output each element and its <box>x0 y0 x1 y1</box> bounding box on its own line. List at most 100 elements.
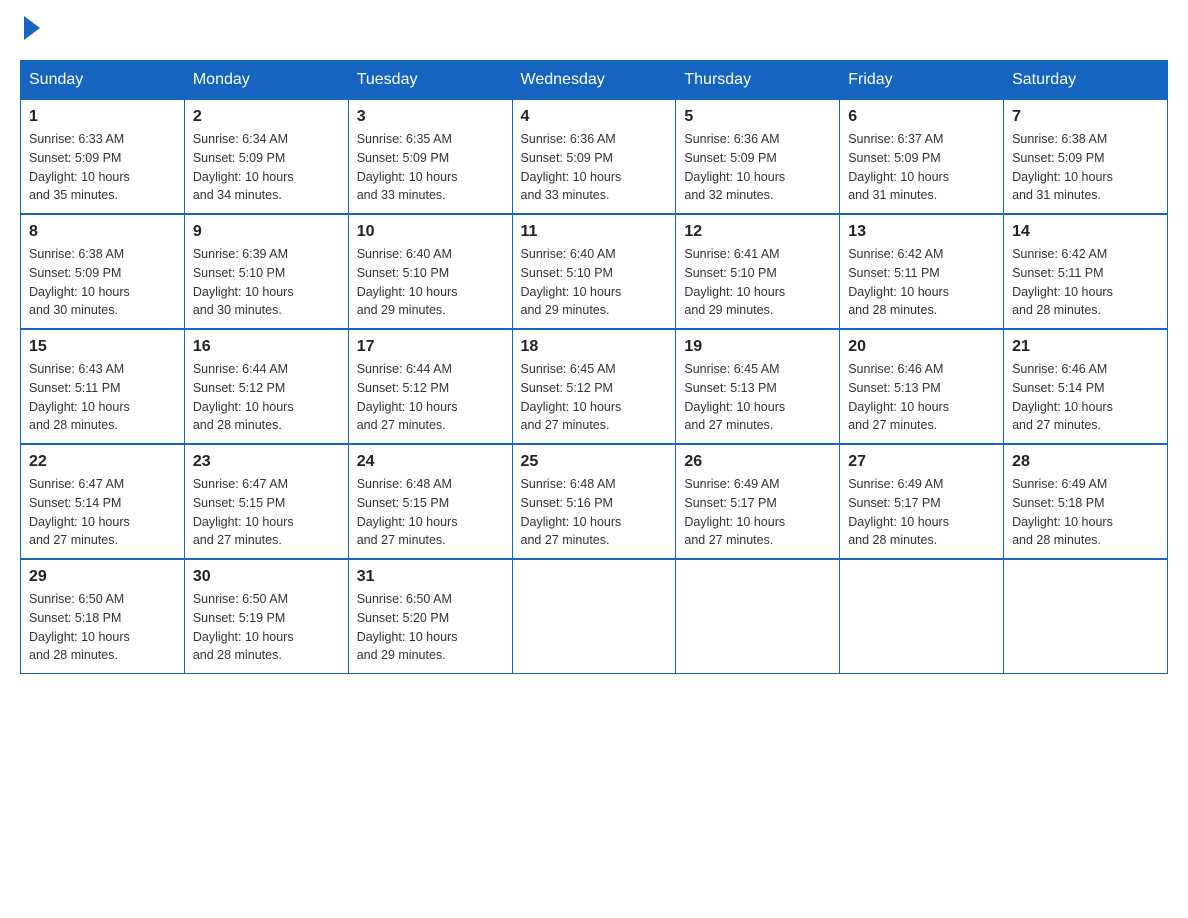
logo <box>20 20 40 40</box>
weekday-header-friday: Friday <box>840 61 1004 100</box>
calendar-week-row: 8 Sunrise: 6:38 AM Sunset: 5:09 PM Dayli… <box>21 214 1168 329</box>
day-info: Sunrise: 6:40 AM Sunset: 5:10 PM Dayligh… <box>521 245 668 320</box>
day-number: 13 <box>848 223 995 241</box>
day-number: 3 <box>357 108 504 126</box>
day-info: Sunrise: 6:46 AM Sunset: 5:14 PM Dayligh… <box>1012 360 1159 435</box>
day-number: 1 <box>29 108 176 126</box>
day-number: 8 <box>29 223 176 241</box>
day-info: Sunrise: 6:50 AM Sunset: 5:20 PM Dayligh… <box>357 590 504 665</box>
day-number: 24 <box>357 453 504 471</box>
day-number: 21 <box>1012 338 1159 356</box>
calendar-day-cell: 31 Sunrise: 6:50 AM Sunset: 5:20 PM Dayl… <box>348 559 512 674</box>
day-number: 6 <box>848 108 995 126</box>
calendar-day-cell: 26 Sunrise: 6:49 AM Sunset: 5:17 PM Dayl… <box>676 444 840 559</box>
day-number: 27 <box>848 453 995 471</box>
day-info: Sunrise: 6:50 AM Sunset: 5:19 PM Dayligh… <box>193 590 340 665</box>
day-info: Sunrise: 6:50 AM Sunset: 5:18 PM Dayligh… <box>29 590 176 665</box>
calendar-day-cell: 12 Sunrise: 6:41 AM Sunset: 5:10 PM Dayl… <box>676 214 840 329</box>
day-info: Sunrise: 6:34 AM Sunset: 5:09 PM Dayligh… <box>193 130 340 205</box>
calendar-day-cell: 13 Sunrise: 6:42 AM Sunset: 5:11 PM Dayl… <box>840 214 1004 329</box>
calendar-day-cell: 29 Sunrise: 6:50 AM Sunset: 5:18 PM Dayl… <box>21 559 185 674</box>
calendar-day-cell: 3 Sunrise: 6:35 AM Sunset: 5:09 PM Dayli… <box>348 100 512 215</box>
day-info: Sunrise: 6:48 AM Sunset: 5:15 PM Dayligh… <box>357 475 504 550</box>
calendar-day-cell: 24 Sunrise: 6:48 AM Sunset: 5:15 PM Dayl… <box>348 444 512 559</box>
calendar-week-row: 1 Sunrise: 6:33 AM Sunset: 5:09 PM Dayli… <box>21 100 1168 215</box>
day-number: 10 <box>357 223 504 241</box>
calendar-day-cell: 10 Sunrise: 6:40 AM Sunset: 5:10 PM Dayl… <box>348 214 512 329</box>
calendar-day-cell: 21 Sunrise: 6:46 AM Sunset: 5:14 PM Dayl… <box>1004 329 1168 444</box>
day-info: Sunrise: 6:37 AM Sunset: 5:09 PM Dayligh… <box>848 130 995 205</box>
calendar-day-cell: 9 Sunrise: 6:39 AM Sunset: 5:10 PM Dayli… <box>184 214 348 329</box>
calendar-day-cell: 11 Sunrise: 6:40 AM Sunset: 5:10 PM Dayl… <box>512 214 676 329</box>
day-number: 5 <box>684 108 831 126</box>
calendar-day-cell <box>1004 559 1168 674</box>
day-info: Sunrise: 6:44 AM Sunset: 5:12 PM Dayligh… <box>193 360 340 435</box>
day-number: 28 <box>1012 453 1159 471</box>
calendar-day-cell <box>840 559 1004 674</box>
day-info: Sunrise: 6:38 AM Sunset: 5:09 PM Dayligh… <box>29 245 176 320</box>
day-info: Sunrise: 6:44 AM Sunset: 5:12 PM Dayligh… <box>357 360 504 435</box>
calendar-day-cell: 5 Sunrise: 6:36 AM Sunset: 5:09 PM Dayli… <box>676 100 840 215</box>
calendar-day-cell: 19 Sunrise: 6:45 AM Sunset: 5:13 PM Dayl… <box>676 329 840 444</box>
page-header <box>20 20 1168 40</box>
calendar-day-cell: 1 Sunrise: 6:33 AM Sunset: 5:09 PM Dayli… <box>21 100 185 215</box>
day-number: 17 <box>357 338 504 356</box>
day-info: Sunrise: 6:46 AM Sunset: 5:13 PM Dayligh… <box>848 360 995 435</box>
day-number: 23 <box>193 453 340 471</box>
calendar-day-cell: 27 Sunrise: 6:49 AM Sunset: 5:17 PM Dayl… <box>840 444 1004 559</box>
day-info: Sunrise: 6:42 AM Sunset: 5:11 PM Dayligh… <box>848 245 995 320</box>
day-info: Sunrise: 6:35 AM Sunset: 5:09 PM Dayligh… <box>357 130 504 205</box>
day-info: Sunrise: 6:33 AM Sunset: 5:09 PM Dayligh… <box>29 130 176 205</box>
day-number: 14 <box>1012 223 1159 241</box>
day-number: 11 <box>521 223 668 241</box>
day-number: 31 <box>357 568 504 586</box>
day-info: Sunrise: 6:38 AM Sunset: 5:09 PM Dayligh… <box>1012 130 1159 205</box>
weekday-header-tuesday: Tuesday <box>348 61 512 100</box>
calendar-day-cell <box>512 559 676 674</box>
calendar-day-cell: 22 Sunrise: 6:47 AM Sunset: 5:14 PM Dayl… <box>21 444 185 559</box>
day-number: 7 <box>1012 108 1159 126</box>
calendar-day-cell: 25 Sunrise: 6:48 AM Sunset: 5:16 PM Dayl… <box>512 444 676 559</box>
calendar-day-cell: 14 Sunrise: 6:42 AM Sunset: 5:11 PM Dayl… <box>1004 214 1168 329</box>
weekday-header-thursday: Thursday <box>676 61 840 100</box>
calendar-day-cell: 16 Sunrise: 6:44 AM Sunset: 5:12 PM Dayl… <box>184 329 348 444</box>
day-info: Sunrise: 6:40 AM Sunset: 5:10 PM Dayligh… <box>357 245 504 320</box>
day-number: 9 <box>193 223 340 241</box>
day-number: 2 <box>193 108 340 126</box>
calendar-day-cell: 18 Sunrise: 6:45 AM Sunset: 5:12 PM Dayl… <box>512 329 676 444</box>
day-info: Sunrise: 6:49 AM Sunset: 5:17 PM Dayligh… <box>684 475 831 550</box>
logo-arrow-icon <box>24 16 40 40</box>
calendar-week-row: 29 Sunrise: 6:50 AM Sunset: 5:18 PM Dayl… <box>21 559 1168 674</box>
day-info: Sunrise: 6:42 AM Sunset: 5:11 PM Dayligh… <box>1012 245 1159 320</box>
calendar-table: SundayMondayTuesdayWednesdayThursdayFrid… <box>20 60 1168 674</box>
day-number: 16 <box>193 338 340 356</box>
calendar-day-cell: 20 Sunrise: 6:46 AM Sunset: 5:13 PM Dayl… <box>840 329 1004 444</box>
day-number: 20 <box>848 338 995 356</box>
day-info: Sunrise: 6:36 AM Sunset: 5:09 PM Dayligh… <box>684 130 831 205</box>
day-info: Sunrise: 6:43 AM Sunset: 5:11 PM Dayligh… <box>29 360 176 435</box>
day-info: Sunrise: 6:45 AM Sunset: 5:13 PM Dayligh… <box>684 360 831 435</box>
weekday-header-saturday: Saturday <box>1004 61 1168 100</box>
weekday-header-monday: Monday <box>184 61 348 100</box>
calendar-week-row: 15 Sunrise: 6:43 AM Sunset: 5:11 PM Dayl… <box>21 329 1168 444</box>
calendar-day-cell: 2 Sunrise: 6:34 AM Sunset: 5:09 PM Dayli… <box>184 100 348 215</box>
day-number: 26 <box>684 453 831 471</box>
day-number: 4 <box>521 108 668 126</box>
weekday-header-sunday: Sunday <box>21 61 185 100</box>
day-number: 30 <box>193 568 340 586</box>
day-number: 25 <box>521 453 668 471</box>
day-info: Sunrise: 6:47 AM Sunset: 5:14 PM Dayligh… <box>29 475 176 550</box>
calendar-day-cell: 4 Sunrise: 6:36 AM Sunset: 5:09 PM Dayli… <box>512 100 676 215</box>
calendar-day-cell: 23 Sunrise: 6:47 AM Sunset: 5:15 PM Dayl… <box>184 444 348 559</box>
day-number: 15 <box>29 338 176 356</box>
weekday-header-row: SundayMondayTuesdayWednesdayThursdayFrid… <box>21 61 1168 100</box>
calendar-day-cell: 30 Sunrise: 6:50 AM Sunset: 5:19 PM Dayl… <box>184 559 348 674</box>
calendar-day-cell: 6 Sunrise: 6:37 AM Sunset: 5:09 PM Dayli… <box>840 100 1004 215</box>
calendar-day-cell <box>676 559 840 674</box>
day-info: Sunrise: 6:49 AM Sunset: 5:18 PM Dayligh… <box>1012 475 1159 550</box>
day-info: Sunrise: 6:41 AM Sunset: 5:10 PM Dayligh… <box>684 245 831 320</box>
day-number: 12 <box>684 223 831 241</box>
day-info: Sunrise: 6:49 AM Sunset: 5:17 PM Dayligh… <box>848 475 995 550</box>
calendar-day-cell: 28 Sunrise: 6:49 AM Sunset: 5:18 PM Dayl… <box>1004 444 1168 559</box>
day-info: Sunrise: 6:36 AM Sunset: 5:09 PM Dayligh… <box>521 130 668 205</box>
